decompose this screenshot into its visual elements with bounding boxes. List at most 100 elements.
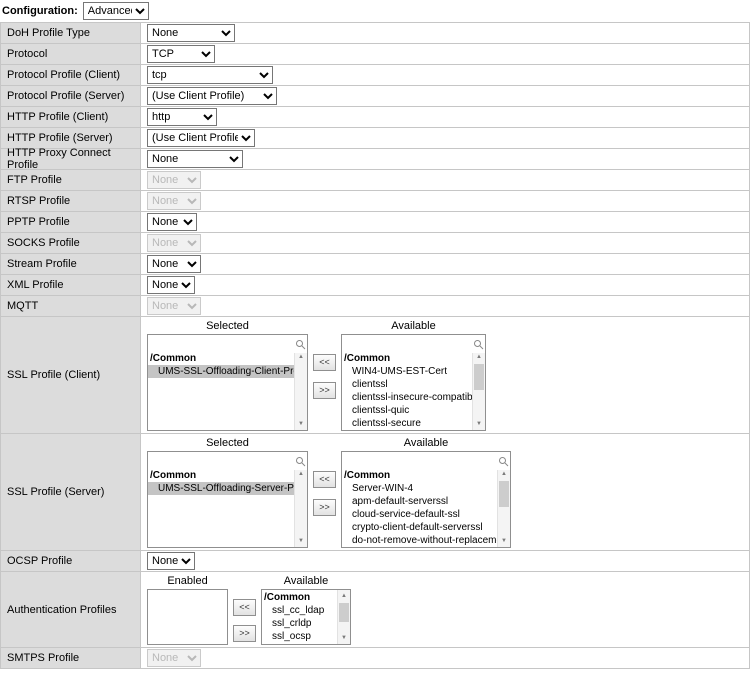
row-mqtt: MQTT None <box>1 296 749 317</box>
move-right-button[interactable]: >> <box>233 625 256 642</box>
scrollbar[interactable]: ▲ ▼ <box>337 590 350 644</box>
profiles-config-panel: Configuration: Advanced DoH Profile Type… <box>0 0 750 669</box>
scroll-down-icon[interactable]: ▼ <box>498 535 510 547</box>
row-label: Protocol <box>1 44 141 64</box>
ssl-server-selected-listbox: /CommonUMS-SSL-Offloading-Server-Profile… <box>147 451 308 548</box>
configuration-label: Configuration: <box>2 5 78 17</box>
list-item[interactable]: clientssl-insecure-compatible <box>342 391 472 404</box>
selected-list-header: Selected <box>147 436 308 451</box>
smtps-profile-select: None <box>147 649 201 667</box>
scroll-down-icon[interactable]: ▼ <box>295 535 307 547</box>
list-item[interactable]: clientssl-secure <box>342 417 472 430</box>
protocol-profile-server-select[interactable]: (Use Client Profile) <box>147 87 277 105</box>
ssl-client-selected-listbox: /CommonUMS-SSL-Offloading-Client-Profile… <box>147 334 308 431</box>
row-label: HTTP Profile (Server) <box>1 128 141 148</box>
list-item[interactable]: /Common <box>148 469 294 482</box>
http-profile-server-select[interactable]: (Use Client Profile) <box>147 129 255 147</box>
list-item[interactable]: /Common <box>262 591 337 604</box>
row-label: Protocol Profile (Server) <box>1 86 141 106</box>
http-proxy-connect-profile-select[interactable]: None <box>147 150 243 168</box>
scroll-down-icon[interactable]: ▼ <box>473 418 485 430</box>
ocsp-profile-select[interactable]: None <box>147 552 195 570</box>
search-box <box>342 452 510 468</box>
row-label: SOCKS Profile <box>1 233 141 253</box>
list-item[interactable]: clientssl-quic <box>342 404 472 417</box>
row-label: SSL Profile (Client) <box>1 317 141 433</box>
protocol-profile-client-select[interactable]: tcp <box>147 66 273 84</box>
scroll-up-icon[interactable]: ▲ <box>338 590 350 602</box>
list-item[interactable]: UMS-SSL-Offloading-Server-Profile <box>148 482 294 495</box>
xml-profile-select[interactable]: None <box>147 276 195 294</box>
list-item[interactable]: cloud-service-default-ssl <box>342 508 497 521</box>
move-left-button[interactable]: << <box>233 599 256 616</box>
list-item[interactable]: UMS-SSL-Offloading-Client-Profile <box>148 365 294 378</box>
move-right-button[interactable]: >> <box>313 382 336 399</box>
scrollbar[interactable]: ▲ ▼ <box>472 351 485 430</box>
move-right-button[interactable]: >> <box>313 499 336 516</box>
list-item[interactable]: /Common <box>342 469 497 482</box>
list-item[interactable]: ssl_crldp <box>262 617 337 630</box>
row-ssl-profile-client: SSL Profile (Client) Selected /CommonUMS… <box>1 317 749 434</box>
move-left-button[interactable]: << <box>313 471 336 488</box>
list-item[interactable]: /Common <box>148 352 294 365</box>
stream-profile-select[interactable]: None <box>147 255 201 273</box>
move-left-button[interactable]: << <box>313 354 336 371</box>
mqtt-profile-select: None <box>147 297 201 315</box>
doh-profile-type-select[interactable]: None <box>147 24 235 42</box>
scroll-track[interactable] <box>338 602 350 632</box>
auth-available-listbox: /Commonssl_cc_ldapssl_crldpssl_ocsp ▲ ▼ <box>261 589 351 645</box>
row-protocol-profile-server: Protocol Profile (Server) (Use Client Pr… <box>1 86 749 107</box>
row-doh-profile-type: DoH Profile Type None <box>1 23 749 44</box>
available-list-header: Available <box>261 574 351 589</box>
list-item[interactable]: crypto-client-default-serverssl <box>342 521 497 534</box>
search-input[interactable] <box>148 338 307 353</box>
http-profile-client-select[interactable]: http <box>147 108 217 126</box>
ssl-server-available-listbox: /CommonServer-WIN-4apm-default-serverssl… <box>341 451 511 548</box>
ssl-client-available-items: /CommonWIN4-UMS-EST-Certclientsslclients… <box>342 351 472 430</box>
row-socks-profile: SOCKS Profile None <box>1 233 749 254</box>
row-label: DoH Profile Type <box>1 23 141 43</box>
list-item[interactable]: Server-WIN-4 <box>342 482 497 495</box>
row-protocol-profile-client: Protocol Profile (Client) tcp <box>1 65 749 86</box>
scroll-track[interactable] <box>498 480 510 535</box>
list-item[interactable]: clientssl <box>342 378 472 391</box>
list-item[interactable]: WIN4-UMS-EST-Cert <box>342 365 472 378</box>
scroll-track[interactable] <box>295 363 307 418</box>
scroll-thumb[interactable] <box>474 364 484 390</box>
row-label: OCSP Profile <box>1 551 141 571</box>
row-http-proxy-connect-profile: HTTP Proxy Connect Profile None <box>1 149 749 170</box>
search-input[interactable] <box>342 455 510 470</box>
row-http-profile-client: HTTP Profile (Client) http <box>1 107 749 128</box>
row-label: RTSP Profile <box>1 191 141 211</box>
list-item[interactable]: do-not-remove-without-replacement <box>342 534 497 547</box>
search-input[interactable] <box>148 455 307 470</box>
selected-list-header: Selected <box>147 319 308 334</box>
configuration-select[interactable]: Advanced <box>83 2 149 20</box>
scroll-track[interactable] <box>473 363 485 418</box>
scroll-down-icon[interactable]: ▼ <box>338 632 350 644</box>
list-item[interactable]: apm-default-serverssl <box>342 495 497 508</box>
scrollbar[interactable]: ▲ ▼ <box>294 468 307 547</box>
row-smtps-profile: SMTPS Profile None <box>1 648 749 669</box>
scrollbar[interactable]: ▲ ▼ <box>497 468 510 547</box>
scrollbar[interactable]: ▲ ▼ <box>294 351 307 430</box>
list-item[interactable]: ssl_cc_ldap <box>262 604 337 617</box>
scroll-thumb[interactable] <box>339 603 349 622</box>
search-input[interactable] <box>342 338 485 353</box>
list-item[interactable]: ssl_ocsp <box>262 630 337 643</box>
scroll-thumb[interactable] <box>499 481 509 507</box>
ssl-server-selected-items: /CommonUMS-SSL-Offloading-Server-Profile <box>148 468 294 547</box>
pptp-profile-select[interactable]: None <box>147 213 197 231</box>
row-label: Protocol Profile (Client) <box>1 65 141 85</box>
auth-available-items: /Commonssl_cc_ldapssl_crldpssl_ocsp <box>262 590 337 644</box>
scroll-down-icon[interactable]: ▼ <box>295 418 307 430</box>
row-label: FTP Profile <box>1 170 141 190</box>
row-xml-profile: XML Profile None <box>1 275 749 296</box>
list-item[interactable]: /Common <box>342 352 472 365</box>
scroll-track[interactable] <box>295 480 307 535</box>
protocol-select[interactable]: TCP <box>147 45 215 63</box>
row-label: Authentication Profiles <box>1 572 141 647</box>
available-list-header: Available <box>341 436 511 451</box>
auth-enabled-listbox <box>147 589 228 645</box>
row-pptp-profile: PPTP Profile None <box>1 212 749 233</box>
